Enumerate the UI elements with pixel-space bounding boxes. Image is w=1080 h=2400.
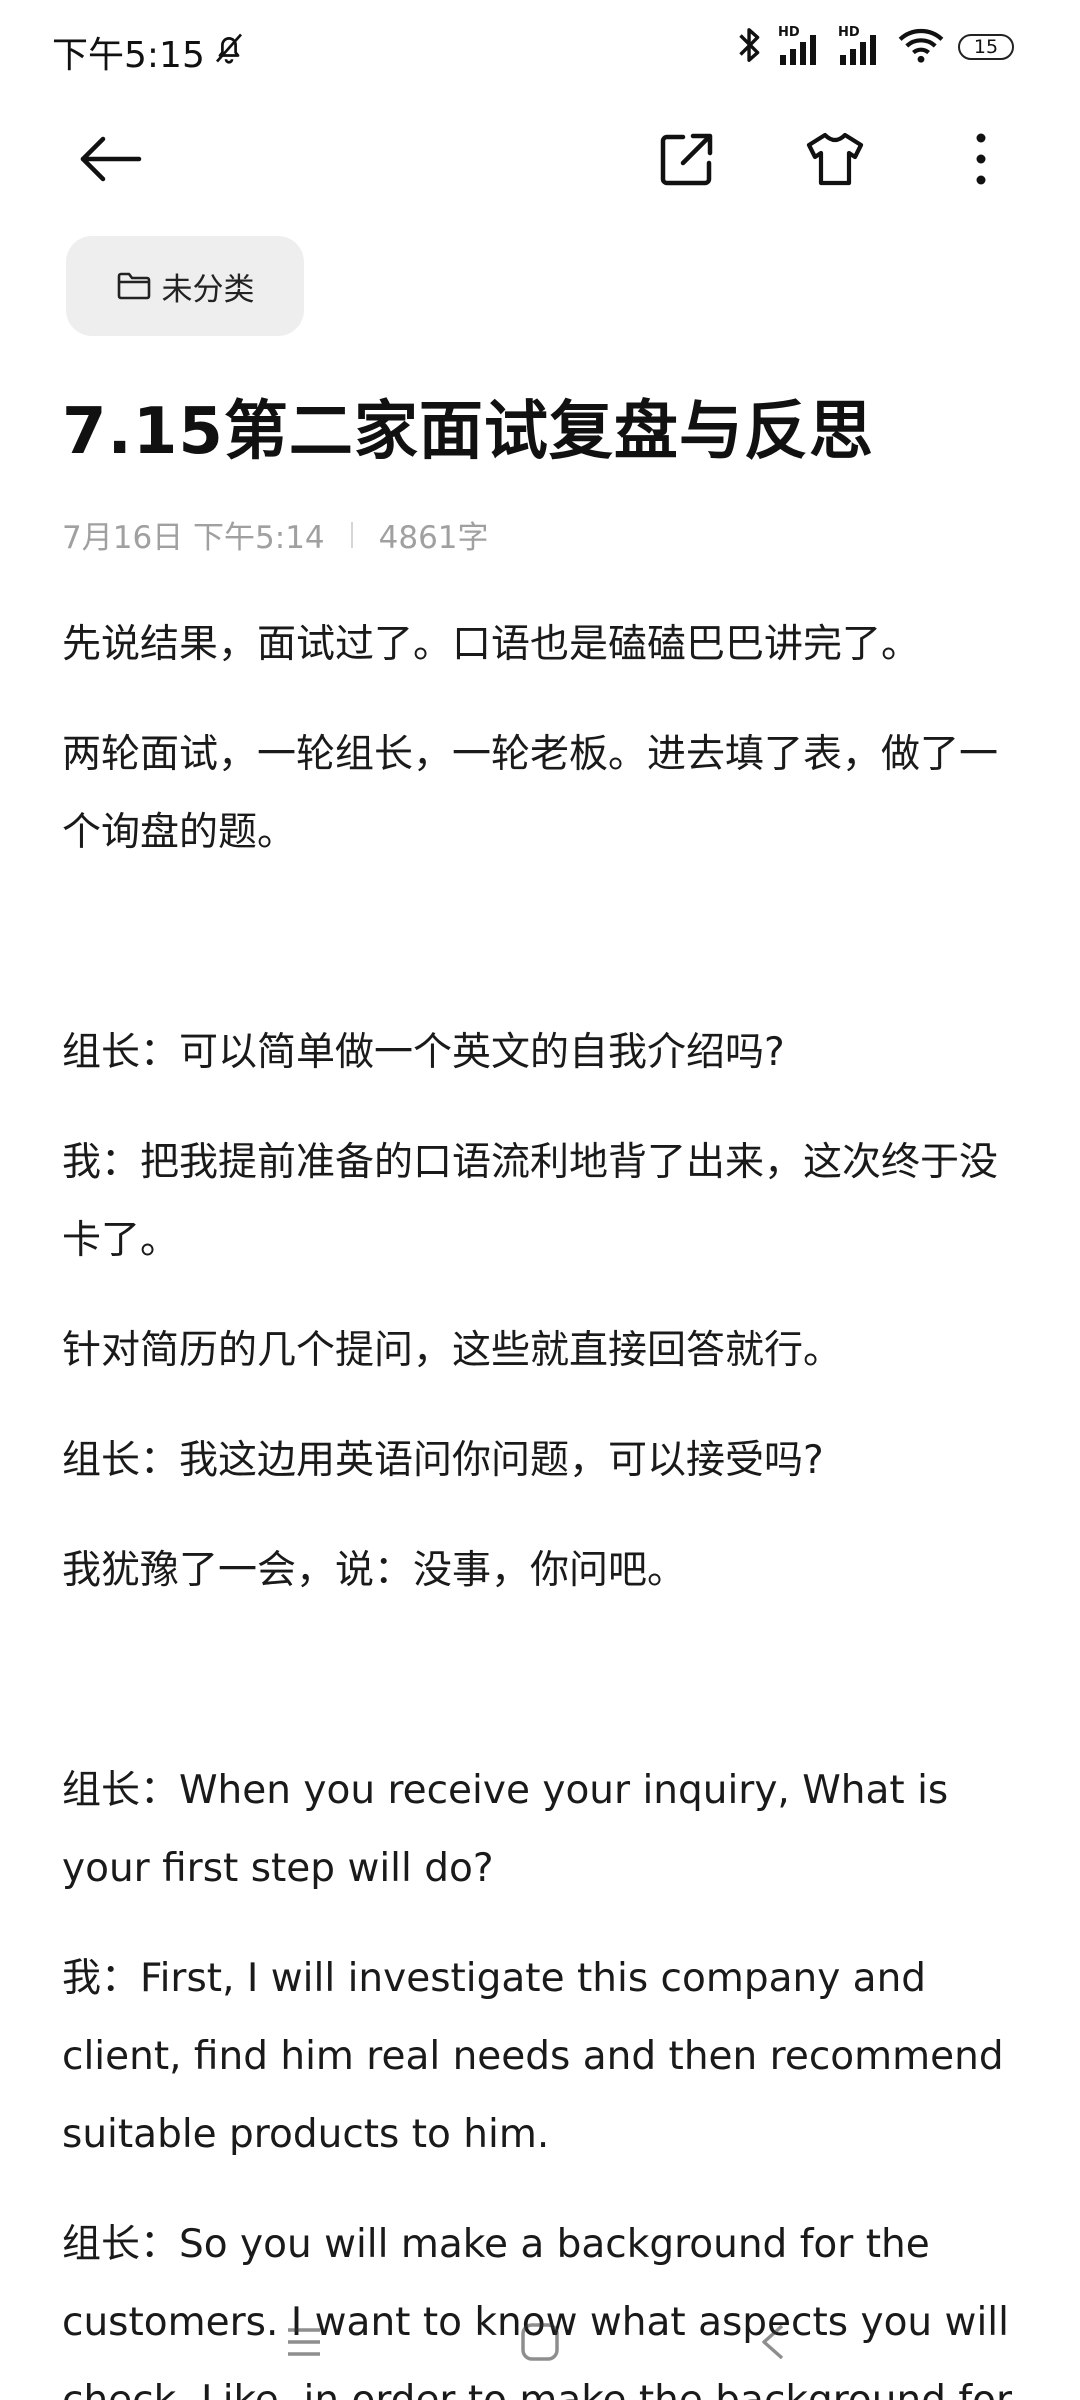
paragraph: 组长：我这边用英语问你问题，可以接受吗? [62,1438,824,1483]
paragraph: 我：把我提前准备的口语流利地背了出来，这次终于没卡了。 [62,1140,999,1263]
status-icons: HD HD 15 [736,25,1014,68]
note-date: 7月16日 下午5:14 [62,520,325,556]
paragraph: 组长：可以简单做一个英文的自我介绍吗? [62,1030,785,1075]
share-external-icon [660,133,713,186]
mute-bell-icon [211,30,247,75]
more-options-button[interactable] [946,124,1016,194]
paragraph: 两轮面试，一轮组长，一轮老板。进去填了表，做了一个询盘的题。 [62,732,999,855]
share-button[interactable] [652,124,722,194]
note-meta: 7月16日 下午5:14 4861字 [62,512,489,557]
paragraph: 组长：So you will make a background for the… [62,2222,1012,2400]
note-title[interactable]: 7.15第二家面试复盘与反思 [62,380,874,472]
theme-shirt-icon [806,132,864,186]
paragraph: 我：First, I will investigate this company… [62,1956,1004,2157]
paragraph: 针对简历的几个提问，这些就直接回答就行。 [62,1328,843,1373]
hd-label: HD [838,25,860,40]
app-bar [0,100,1080,212]
meta-divider [350,521,353,548]
theme-button[interactable] [800,124,870,194]
paragraph: 我犹豫了一会，说：没事，你问吧。 [62,1548,687,1593]
hd-signal-icon: HD [778,25,824,67]
note-body[interactable]: 先说结果，面试过了。口语也是磕磕巴巴讲完了。 两轮面试，一轮组长，一轮老板。进去… [62,606,1022,2400]
folder-icon [117,272,150,300]
word-count: 4861字 [378,520,489,556]
hd-signal-icon: HD [838,25,884,67]
clock: 下午5:15 [52,35,205,76]
category-label: 未分类 [161,271,255,308]
hd-label: HD [778,25,800,40]
category-chip[interactable]: 未分类 [66,236,304,336]
bluetooth-icon [736,26,764,68]
paragraph: 先说结果，面试过了。口语也是磕磕巴巴讲完了。 [62,622,921,667]
back-arrow-icon [80,136,142,182]
battery-icon: 15 [958,34,1014,60]
paragraph: 组长：When you receive your inquiry, What i… [62,1768,949,1891]
status-bar: 下午5:15 HD HD 15 [0,0,1080,100]
wifi-icon [898,26,944,68]
back-button[interactable] [76,124,146,194]
status-time: 下午5:15 [52,26,247,78]
more-vertical-icon [976,133,986,185]
